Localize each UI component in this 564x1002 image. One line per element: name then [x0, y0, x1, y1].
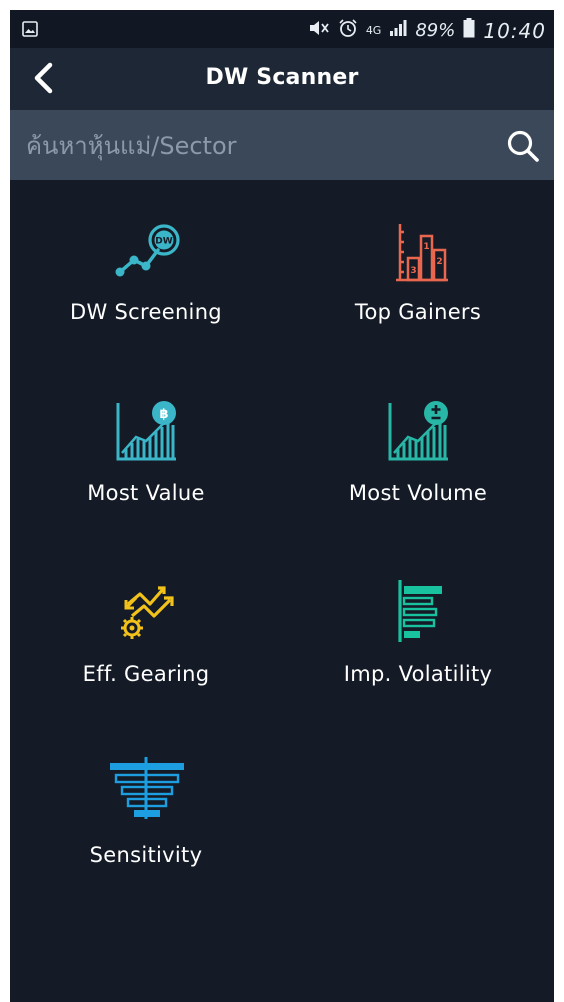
search-button[interactable] — [504, 127, 542, 165]
sensitivity-icon — [106, 757, 186, 825]
battery-percent: 89% — [415, 20, 456, 41]
svg-text:3: 3 — [410, 266, 416, 276]
svg-text:2: 2 — [436, 257, 442, 267]
mute-icon — [308, 19, 330, 42]
menu-item-label: Sensitivity — [89, 843, 203, 867]
clock: 10:40 — [483, 18, 546, 43]
battery-icon — [463, 18, 475, 43]
status-bar: 4G 89% 10:40 — [10, 10, 554, 48]
gallery-notification-icon — [22, 21, 38, 42]
most-volume-icon — [378, 395, 458, 463]
menu-item-sensitivity[interactable]: Sensitivity — [10, 723, 282, 904]
dw-screening-icon: DW — [106, 214, 186, 282]
menu-item-most-volume[interactable]: Most Volume — [282, 361, 554, 542]
menu-item-label: Imp. Volatility — [343, 662, 493, 686]
svg-text:1: 1 — [423, 242, 429, 252]
scanner-menu-grid: DW DW Screening 3 1 2 Top Gainers ฿ Most… — [10, 180, 554, 1002]
most-value-icon: ฿ — [106, 395, 186, 463]
menu-item-label: Eff. Gearing — [82, 662, 210, 686]
top-gainers-icon: 3 1 2 — [378, 214, 458, 282]
alarm-icon — [338, 18, 358, 43]
menu-item-most-value[interactable]: ฿ Most Value — [10, 361, 282, 542]
network-type-label: 4G — [365, 23, 382, 37]
status-icons: 4G 89% 10:40 — [308, 18, 546, 43]
imp-volatility-icon — [378, 576, 458, 644]
dw-scanner-screen: 4G 89% 10:40 DW Scanner ค้นหาหุ้นแม่/Sec… — [10, 10, 554, 1002]
svg-text:DW: DW — [155, 237, 172, 247]
search-input[interactable] — [24, 128, 488, 164]
signal-icon — [389, 19, 407, 42]
menu-item-label: Most Volume — [348, 481, 488, 505]
menu-item-dw-screening[interactable]: DW DW Screening — [10, 180, 282, 361]
svg-text:฿: ฿ — [159, 407, 168, 422]
page-title: DW Scanner — [205, 65, 359, 90]
menu-item-eff-gearing[interactable]: Eff. Gearing — [10, 542, 282, 723]
menu-item-top-gainers[interactable]: 3 1 2 Top Gainers — [282, 180, 554, 361]
menu-item-label: Most Value — [87, 481, 205, 505]
menu-item-label: DW Screening — [70, 300, 222, 324]
search-bar — [10, 110, 554, 180]
menu-item-label: Top Gainers — [354, 300, 482, 324]
eff-gearing-icon — [106, 576, 186, 644]
app-header: DW Scanner — [10, 48, 554, 110]
menu-item-imp-volatility[interactable]: Imp. Volatility — [282, 542, 554, 723]
search-icon — [507, 130, 539, 162]
